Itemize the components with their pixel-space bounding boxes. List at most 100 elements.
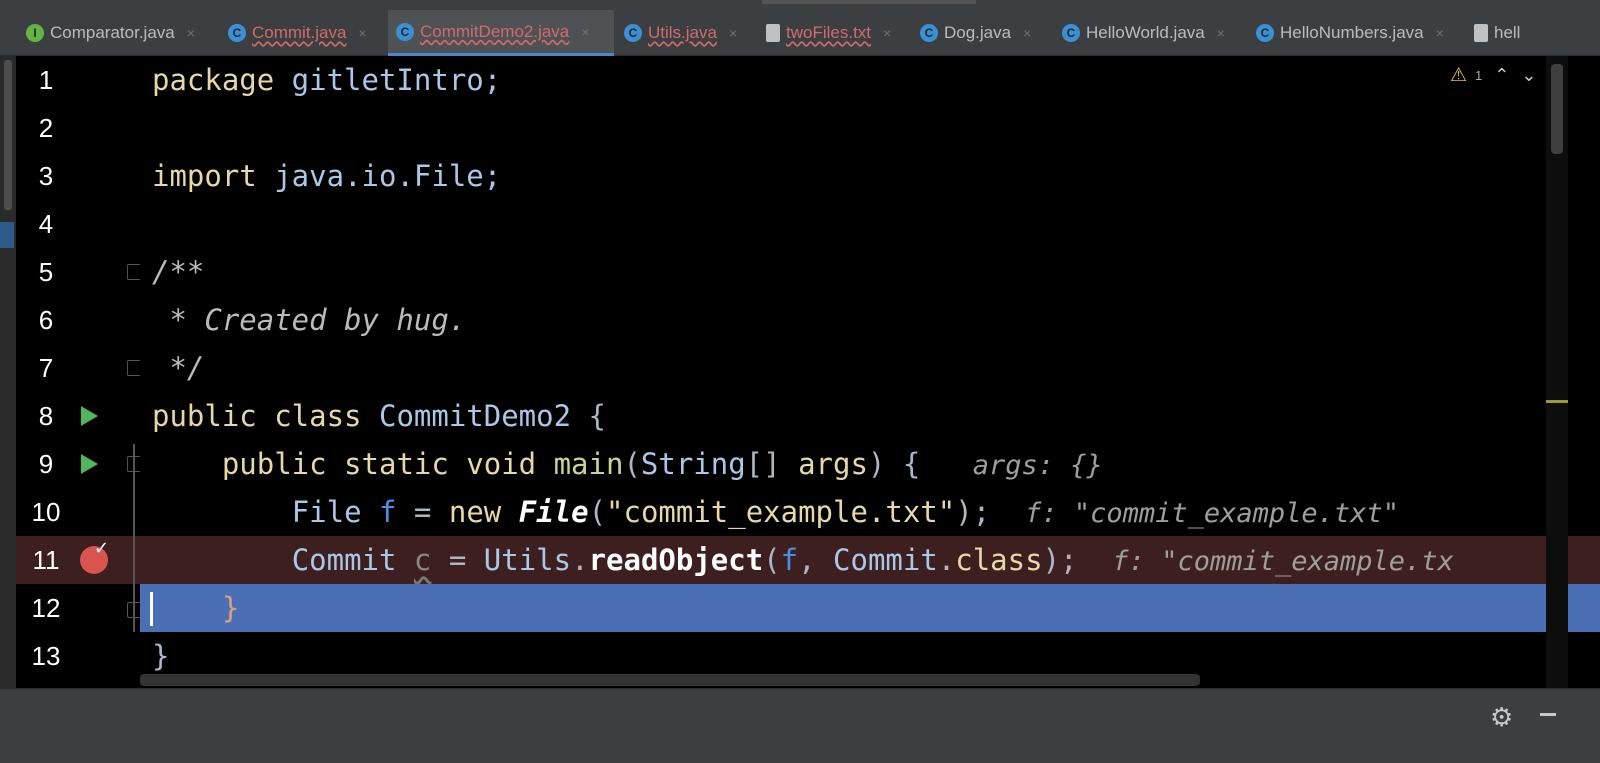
tab-helloworld[interactable]: C HelloWorld.java ×: [1054, 10, 1244, 56]
line-number: 9: [38, 449, 54, 479]
minimize-icon[interactable]: [1540, 713, 1556, 716]
tab-comparator[interactable]: I Comparator.java ×: [18, 10, 218, 56]
close-icon[interactable]: ×: [1217, 25, 1225, 41]
tool-window-bar: ⚙: [0, 688, 1600, 763]
sidebar-selection-mark: [0, 222, 14, 248]
gutter-line: 8: [16, 392, 140, 440]
tab-label: Dog.java: [944, 23, 1012, 42]
punctuation: (: [588, 495, 607, 529]
line-number: 3: [38, 161, 54, 191]
tab-commit[interactable]: C Commit.java ×: [220, 10, 386, 56]
parameter: args: [798, 447, 868, 481]
comment: */: [152, 351, 205, 385]
code-line: */: [140, 344, 1600, 392]
tab-hell[interactable]: hell: [1466, 10, 1556, 56]
line-number: 6: [38, 305, 54, 335]
gutter-line: 13: [16, 632, 140, 680]
tab-commitdemo2[interactable]: C CommitDemo2.java ×: [388, 10, 614, 56]
keyword: new: [448, 495, 502, 529]
gutter-line: 5: [16, 248, 143, 296]
inspection-widget[interactable]: ⚠ 1 ⌃ ⌄: [1450, 64, 1536, 86]
gutter-line: 11: [16, 536, 140, 584]
warning-count: 1: [1475, 67, 1483, 83]
editor-gutter[interactable]: 1 2 3 4 5 6 7 8 9 11 10 12 13: [16, 56, 143, 688]
constructor-name: File: [518, 495, 589, 529]
variable: f: [780, 543, 799, 577]
breakpoint-icon[interactable]: [80, 538, 109, 574]
punctuation: (: [763, 543, 781, 577]
line-number: 8: [38, 401, 54, 431]
method-name: main: [553, 447, 624, 481]
package-name: gitletIntro;: [274, 63, 502, 97]
gutter-line: 1: [16, 56, 140, 104]
editor-error-stripe[interactable]: [1546, 56, 1568, 688]
warning-stripe-marker[interactable]: [1546, 400, 1568, 403]
method-name: readObject: [588, 543, 764, 577]
gutter-line: 10: [16, 488, 140, 536]
gutter-line: 2: [16, 104, 140, 152]
tab-utils[interactable]: C Utils.java ×: [616, 10, 752, 56]
type-name: Commit: [291, 543, 397, 577]
tab-twofiles[interactable]: twoFiles.txt ×: [758, 10, 908, 56]
punctuation: .: [937, 543, 956, 577]
code-line: public static void main(String[] args) {…: [140, 440, 1600, 488]
line-number: 12: [31, 593, 61, 623]
tab-hellonumbers[interactable]: C HelloNumbers.java ×: [1248, 10, 1462, 56]
code-line: }: [140, 632, 1600, 680]
type-name: File: [291, 495, 362, 529]
close-icon[interactable]: ×: [1436, 25, 1444, 41]
code-line: File f = new File("commit_example.txt");…: [140, 488, 1600, 536]
tab-dog[interactable]: C Dog.java ×: [912, 10, 1052, 56]
code-editor[interactable]: package gitletIntro; import java.io.File…: [140, 56, 1600, 688]
text-file-icon: [1474, 24, 1488, 42]
punctuation: );: [955, 495, 991, 529]
variable: c: [413, 543, 432, 577]
punctuation: []: [745, 447, 799, 481]
close-icon[interactable]: ×: [1023, 25, 1031, 41]
keyword: import: [152, 159, 257, 193]
execution-point-line: }: [140, 584, 1600, 632]
closing-brace: }: [221, 591, 240, 625]
inline-debug-hint: args: {}: [972, 450, 1103, 481]
tab-label: HelloNumbers.java: [1280, 23, 1424, 42]
punctuation: ,: [798, 543, 834, 577]
line-number: 2: [38, 113, 54, 143]
close-icon[interactable]: ×: [187, 25, 195, 41]
horizontal-scrollbar[interactable]: [140, 674, 1200, 686]
gear-icon[interactable]: ⚙: [1490, 703, 1513, 733]
tab-label: Comparator.java: [50, 23, 175, 42]
close-icon[interactable]: ×: [358, 25, 366, 41]
editor-scrollbar-thumb[interactable]: [1551, 64, 1563, 154]
chevron-down-icon[interactable]: ⌄: [1521, 65, 1536, 86]
line-number: 1: [38, 65, 54, 95]
line-number: 11: [32, 545, 60, 575]
inline-debug-hint: f: "commit_example.tx: [1112, 546, 1454, 577]
close-icon[interactable]: ×: [581, 24, 589, 40]
punctuation: {: [571, 399, 606, 433]
gutter-line: 7: [16, 344, 143, 392]
tab-label: Utils.java: [648, 23, 717, 42]
code-line: package gitletIntro;: [140, 56, 1600, 104]
gutter-line: 12: [16, 584, 143, 632]
comment: * Created by hug.: [152, 303, 467, 337]
variable: f: [379, 495, 397, 529]
chevron-up-icon[interactable]: ⌃: [1494, 65, 1509, 86]
gutter-line: 4: [16, 200, 140, 248]
fold-guide: [133, 444, 135, 632]
class-icon: C: [228, 24, 246, 42]
interface-icon: I: [26, 24, 44, 42]
punctuation: (: [623, 447, 641, 481]
close-icon[interactable]: ×: [883, 25, 891, 41]
tab-label: CommitDemo2.java: [420, 21, 570, 41]
run-icon[interactable]: [81, 406, 98, 426]
class-name: Commit: [833, 543, 938, 577]
warning-icon[interactable]: ⚠: [1450, 64, 1467, 86]
run-icon[interactable]: [81, 454, 98, 474]
class-name: Utils: [483, 543, 572, 577]
punctuation: .: [571, 543, 589, 577]
sidebar-scrollbar-thumb[interactable]: [4, 60, 12, 210]
tab-label: HelloWorld.java: [1086, 23, 1205, 42]
class-icon: C: [396, 22, 414, 41]
close-icon[interactable]: ×: [729, 25, 737, 41]
editor-tab-bar: I Comparator.java × C Commit.java × C Co…: [0, 0, 1600, 56]
